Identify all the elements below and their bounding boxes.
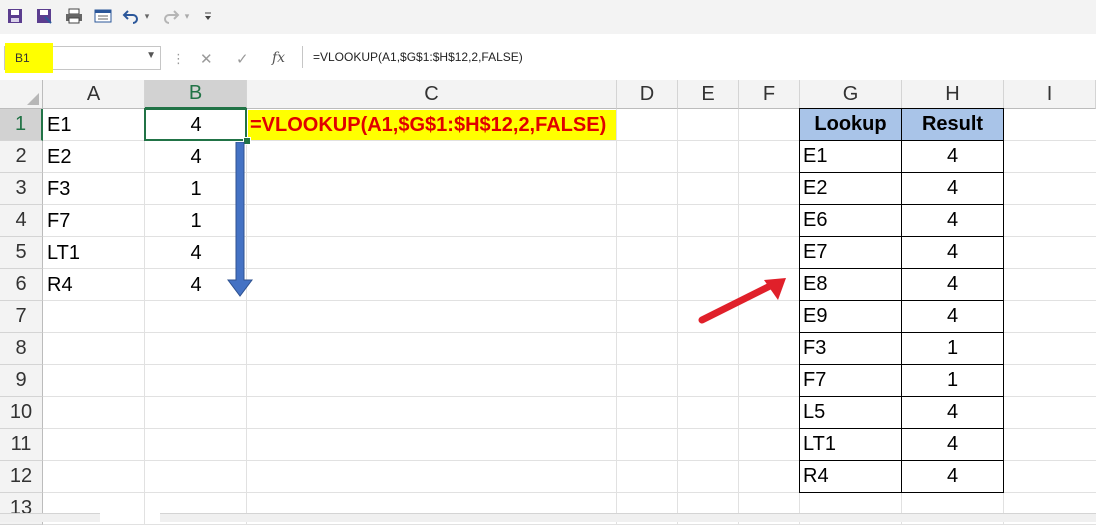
- row-header-8[interactable]: 8: [0, 333, 43, 365]
- save-as-icon[interactable]: [35, 7, 53, 25]
- lookup-key-cell[interactable]: E8: [800, 269, 902, 301]
- name-box[interactable]: B1 ▼: [4, 43, 161, 73]
- column-header-e[interactable]: E: [678, 80, 739, 109]
- enter-button[interactable]: ✓: [236, 50, 249, 68]
- cell-a1[interactable]: E1: [43, 109, 145, 141]
- row-header-4[interactable]: 4: [0, 205, 43, 237]
- column-header-i[interactable]: I: [1004, 80, 1096, 109]
- cell-a3[interactable]: F3: [43, 173, 145, 205]
- row-header-5[interactable]: 5: [0, 237, 43, 269]
- lookup-result-cell[interactable]: 4: [902, 141, 1004, 173]
- customize-icon[interactable]: [202, 7, 214, 25]
- row-header-10[interactable]: 10: [0, 397, 43, 429]
- row-header-12[interactable]: 12: [0, 461, 43, 493]
- lookup-key-cell[interactable]: E9: [800, 301, 902, 333]
- column-header-f[interactable]: F: [739, 80, 800, 109]
- print-icon[interactable]: [65, 7, 83, 25]
- lookup-key-cell[interactable]: F7: [800, 365, 902, 397]
- column-header-h[interactable]: H: [902, 80, 1004, 109]
- cell-a2[interactable]: E2: [43, 141, 145, 173]
- lookup-result-cell[interactable]: 4: [902, 461, 1004, 493]
- name-box-value: B1: [15, 51, 30, 65]
- grip-icon: ⋮: [172, 51, 185, 66]
- row-header-2[interactable]: 2: [0, 141, 43, 173]
- lookup-key-cell[interactable]: E1: [800, 141, 902, 173]
- fill-down-arrow-icon: [227, 142, 253, 297]
- column-header-d[interactable]: D: [617, 80, 678, 109]
- lookup-result-cell[interactable]: 4: [902, 205, 1004, 237]
- lookup-header-lookup[interactable]: Lookup: [800, 109, 902, 141]
- redo-icon[interactable]: [162, 7, 180, 25]
- lookup-result-cell[interactable]: 4: [902, 269, 1004, 301]
- cell-a6[interactable]: R4: [43, 269, 145, 301]
- cell-a5[interactable]: LT1: [43, 237, 145, 269]
- row-header-1[interactable]: 1: [0, 109, 43, 141]
- pointer-arrow-icon: [698, 278, 786, 324]
- lookup-result-cell[interactable]: 4: [902, 397, 1004, 429]
- lookup-key-cell[interactable]: R4: [800, 461, 902, 493]
- lookup-key-cell[interactable]: E7: [800, 237, 902, 269]
- lookup-key-cell[interactable]: E2: [800, 173, 902, 205]
- quick-access-toolbar: ▾ ▾: [0, 0, 1096, 34]
- lookup-result-cell[interactable]: 4: [902, 173, 1004, 205]
- row-header-6[interactable]: 6: [0, 269, 43, 301]
- row-header-11[interactable]: 11: [0, 429, 43, 461]
- row-header-7[interactable]: 7: [0, 301, 43, 333]
- lookup-key-cell[interactable]: LT1: [800, 429, 902, 461]
- form-icon[interactable]: [94, 7, 112, 25]
- cell-c1-formula[interactable]: =VLOOKUP(A1,$G$1:$H$12,2,FALSE): [248, 110, 616, 140]
- row-header-9[interactable]: 9: [0, 365, 43, 397]
- chevron-down-icon[interactable]: ▼: [146, 50, 156, 61]
- column-header-a[interactable]: A: [43, 80, 145, 109]
- formula-bar: B1 ▼ ⋮ ✕ ✓ fx =VLOOKUP(A1,$G$1:$H$12,2,F…: [0, 34, 1096, 81]
- undo-icon[interactable]: [122, 7, 140, 25]
- save-icon[interactable]: [6, 7, 24, 25]
- cancel-button[interactable]: ✕: [200, 50, 213, 68]
- row-header-3[interactable]: 3: [0, 173, 43, 205]
- lookup-result-cell[interactable]: 1: [902, 365, 1004, 397]
- chevron-down-icon[interactable]: ▾: [142, 7, 152, 25]
- formula-text: =VLOOKUP(A1,$G$1:$H$12,2,FALSE): [313, 50, 523, 64]
- lookup-key-cell[interactable]: L5: [800, 397, 902, 429]
- lookup-result-cell[interactable]: 1: [902, 333, 1004, 365]
- lookup-key-cell[interactable]: E6: [800, 205, 902, 237]
- lookup-result-cell[interactable]: 4: [902, 237, 1004, 269]
- horizontal-scrollbar[interactable]: [160, 513, 1096, 522]
- lookup-header-result[interactable]: Result: [902, 109, 1004, 141]
- chevron-down-icon[interactable]: ▾: [182, 7, 192, 25]
- column-header-g[interactable]: G: [800, 80, 902, 109]
- cell-a4[interactable]: F7: [43, 205, 145, 237]
- sheet-tab-area: [0, 513, 100, 522]
- lookup-key-cell[interactable]: F3: [800, 333, 902, 365]
- column-header-b[interactable]: B: [145, 80, 247, 109]
- column-header-c[interactable]: C: [247, 80, 617, 109]
- lookup-result-cell[interactable]: 4: [902, 301, 1004, 333]
- formula-input[interactable]: =VLOOKUP(A1,$G$1:$H$12,2,FALSE): [302, 46, 1096, 68]
- lookup-result-cell[interactable]: 4: [902, 429, 1004, 461]
- insert-function-button[interactable]: fx: [272, 50, 285, 66]
- corner-triangle-icon: [27, 93, 39, 105]
- gridline: [43, 524, 1096, 525]
- active-cell-border: [144, 108, 247, 141]
